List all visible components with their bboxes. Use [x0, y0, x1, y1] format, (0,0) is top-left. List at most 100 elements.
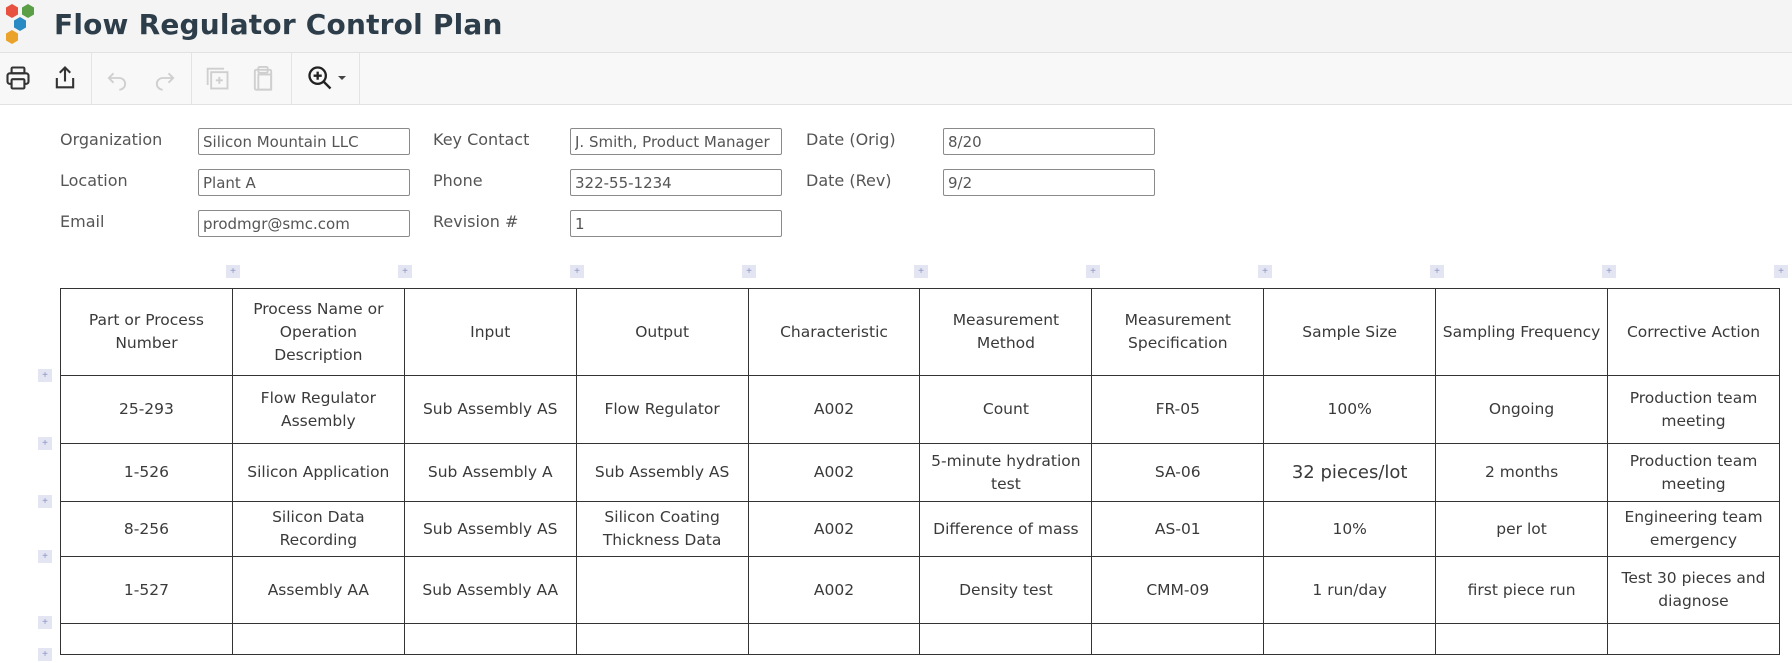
column-header[interactable]: Measurement Specification	[1091, 288, 1265, 376]
table-cell[interactable]: Flow Regulator Assembly	[231, 375, 405, 444]
table-cell[interactable]	[919, 623, 1093, 655]
table-cell[interactable]	[60, 623, 233, 655]
table-cell[interactable]: SA-06	[1091, 443, 1265, 502]
column-header[interactable]: Part or Process Number	[60, 288, 233, 376]
add-column-button[interactable]: +	[226, 265, 240, 278]
revision-field[interactable]	[570, 210, 782, 237]
table-cell[interactable]: 32 pieces/lot	[1263, 443, 1437, 502]
table-cell[interactable]: 5-minute hydration test	[919, 443, 1093, 502]
column-header[interactable]: Output	[575, 288, 749, 376]
table-cell[interactable]: AS-01	[1091, 501, 1265, 557]
email-field[interactable]	[198, 210, 410, 237]
date-orig-field[interactable]	[943, 128, 1155, 155]
table-cell[interactable]	[575, 623, 749, 655]
logo-hex-blue	[14, 17, 26, 31]
table-cell[interactable]: Sub Assembly AS	[403, 501, 577, 557]
table-cell[interactable]	[747, 623, 921, 655]
table-cell[interactable]	[1263, 623, 1437, 655]
add-column-button[interactable]: +	[742, 265, 756, 278]
table-cell[interactable]: 25-293	[60, 375, 233, 444]
logo-hex-red	[6, 4, 18, 18]
undo-icon	[107, 72, 127, 91]
table-row-empty	[60, 623, 1780, 655]
table-cell[interactable]: Test 30 pieces and diagnose	[1607, 556, 1780, 624]
table-cell[interactable]: Sub Assembly AS	[403, 375, 577, 444]
add-column-button[interactable]: +	[1258, 265, 1272, 278]
add-column-button[interactable]: +	[1086, 265, 1100, 278]
toolbar-group-file	[0, 53, 92, 104]
table-cell[interactable]: Sub Assembly AA	[403, 556, 577, 624]
table-cell[interactable]: Sub Assembly AS	[575, 443, 749, 502]
table-cell[interactable]: FR-05	[1091, 375, 1265, 444]
table-cell[interactable]: Silicon Data Recording	[231, 501, 405, 557]
organization-field[interactable]	[198, 128, 410, 155]
table-cell[interactable]: 100%	[1263, 375, 1437, 444]
add-column-button[interactable]: +	[570, 265, 584, 278]
table-cell[interactable]: Ongoing	[1435, 375, 1609, 444]
table-cell[interactable]: Density test	[919, 556, 1093, 624]
add-column-button[interactable]: +	[1774, 265, 1788, 278]
location-field[interactable]	[198, 169, 410, 196]
share-button[interactable]	[49, 62, 81, 94]
table-cell[interactable]	[1607, 623, 1780, 655]
table-cell[interactable]: Flow Regulator	[575, 375, 749, 444]
table-cell[interactable]: 8-256	[60, 501, 233, 557]
add-column-button[interactable]: +	[1430, 265, 1444, 278]
table-cell[interactable]: Count	[919, 375, 1093, 444]
add-row-button[interactable]: +	[38, 437, 52, 450]
redo-button[interactable]	[149, 62, 181, 94]
table-cell[interactable]: Engineering team emergency	[1607, 501, 1780, 557]
table-cell[interactable]: A002	[747, 443, 921, 502]
key-contact-field[interactable]	[570, 128, 782, 155]
table-cell[interactable]: Silicon Application	[231, 443, 405, 502]
date-rev-field[interactable]	[943, 169, 1155, 196]
table-cell[interactable]: Production team meeting	[1607, 375, 1780, 444]
table-cell[interactable]: 10%	[1263, 501, 1437, 557]
table-cell[interactable]: Difference of mass	[919, 501, 1093, 557]
table-cell[interactable]: 1 run/day	[1263, 556, 1437, 624]
column-header[interactable]: Input	[403, 288, 577, 376]
table-cell[interactable]	[403, 623, 577, 655]
table-cell[interactable]: Production team meeting	[1607, 443, 1780, 502]
table-cell[interactable]: Assembly AA	[231, 556, 405, 624]
table-row: 1-527 Assembly AA Sub Assembly AA A002 D…	[60, 556, 1780, 624]
add-column-button[interactable]: +	[1602, 265, 1616, 278]
table-cell[interactable]: A002	[747, 556, 921, 624]
table-cell[interactable]: Silicon Coating Thickness Data	[575, 501, 749, 557]
column-header[interactable]: Corrective Action	[1607, 288, 1780, 376]
column-header[interactable]: Process Name or Operation Description	[231, 288, 405, 376]
add-row-button[interactable]: +	[38, 550, 52, 563]
printer-icon	[6, 66, 30, 90]
add-row-button[interactable]: +	[38, 369, 52, 382]
table-cell[interactable]	[1435, 623, 1609, 655]
add-row-button[interactable]: +	[38, 616, 52, 629]
table-cell[interactable]	[231, 623, 405, 655]
zoom-button[interactable]	[301, 62, 351, 94]
column-header[interactable]: Sampling Frequency	[1435, 288, 1609, 376]
add-row-button[interactable]: +	[38, 495, 52, 508]
table-cell[interactable]: 1-526	[60, 443, 233, 502]
redo-icon	[155, 72, 175, 91]
table-cell[interactable]: Sub Assembly A	[403, 443, 577, 502]
add-column-button[interactable]: +	[398, 265, 412, 278]
table-cell[interactable]	[575, 556, 749, 624]
print-button[interactable]	[2, 62, 34, 94]
add-column-button[interactable]: +	[914, 265, 928, 278]
column-header[interactable]: Characteristic	[747, 288, 921, 376]
table-cell[interactable]: 1-527	[60, 556, 233, 624]
table-cell[interactable]	[1091, 623, 1265, 655]
duplicate-icon	[206, 67, 229, 90]
phone-field[interactable]	[570, 169, 782, 196]
undo-button[interactable]	[101, 62, 133, 94]
table-cell[interactable]: 2 months	[1435, 443, 1609, 502]
add-row-button[interactable]: +	[38, 648, 52, 661]
table-cell[interactable]: first piece run	[1435, 556, 1609, 624]
table-cell[interactable]: CMM-09	[1091, 556, 1265, 624]
paste-button[interactable]	[247, 62, 279, 94]
column-header[interactable]: Measurement Method	[919, 288, 1093, 376]
duplicate-button[interactable]	[201, 62, 233, 94]
table-cell[interactable]: A002	[747, 501, 921, 557]
table-cell[interactable]: A002	[747, 375, 921, 444]
column-header[interactable]: Sample Size	[1263, 288, 1437, 376]
table-cell[interactable]: per lot	[1435, 501, 1609, 557]
